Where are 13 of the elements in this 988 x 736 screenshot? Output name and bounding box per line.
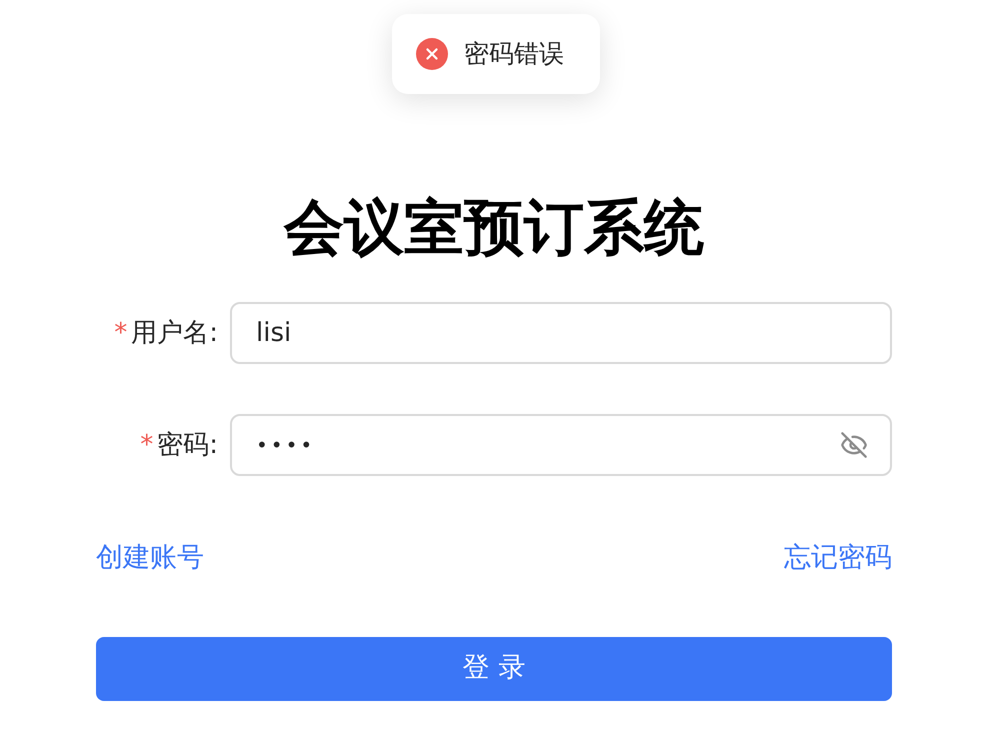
forgot-password-link[interactable]: 忘记密码 xyxy=(784,538,892,578)
field-label: 用户名: xyxy=(131,316,218,350)
required-mark: * xyxy=(114,316,128,350)
field-label: 密码: xyxy=(157,428,218,462)
create-account-link[interactable]: 创建账号 xyxy=(96,538,204,578)
login-button[interactable]: 登 录 xyxy=(96,636,892,700)
error-icon xyxy=(416,38,448,70)
hide-password-icon[interactable] xyxy=(840,431,868,459)
page-title: 会议室预订系统 xyxy=(284,192,704,265)
username-field[interactable]: lisi xyxy=(230,302,892,364)
required-mark: * xyxy=(140,428,154,462)
toast-message: 密码错误 xyxy=(464,38,564,70)
password-field[interactable]: •••• xyxy=(230,414,892,476)
